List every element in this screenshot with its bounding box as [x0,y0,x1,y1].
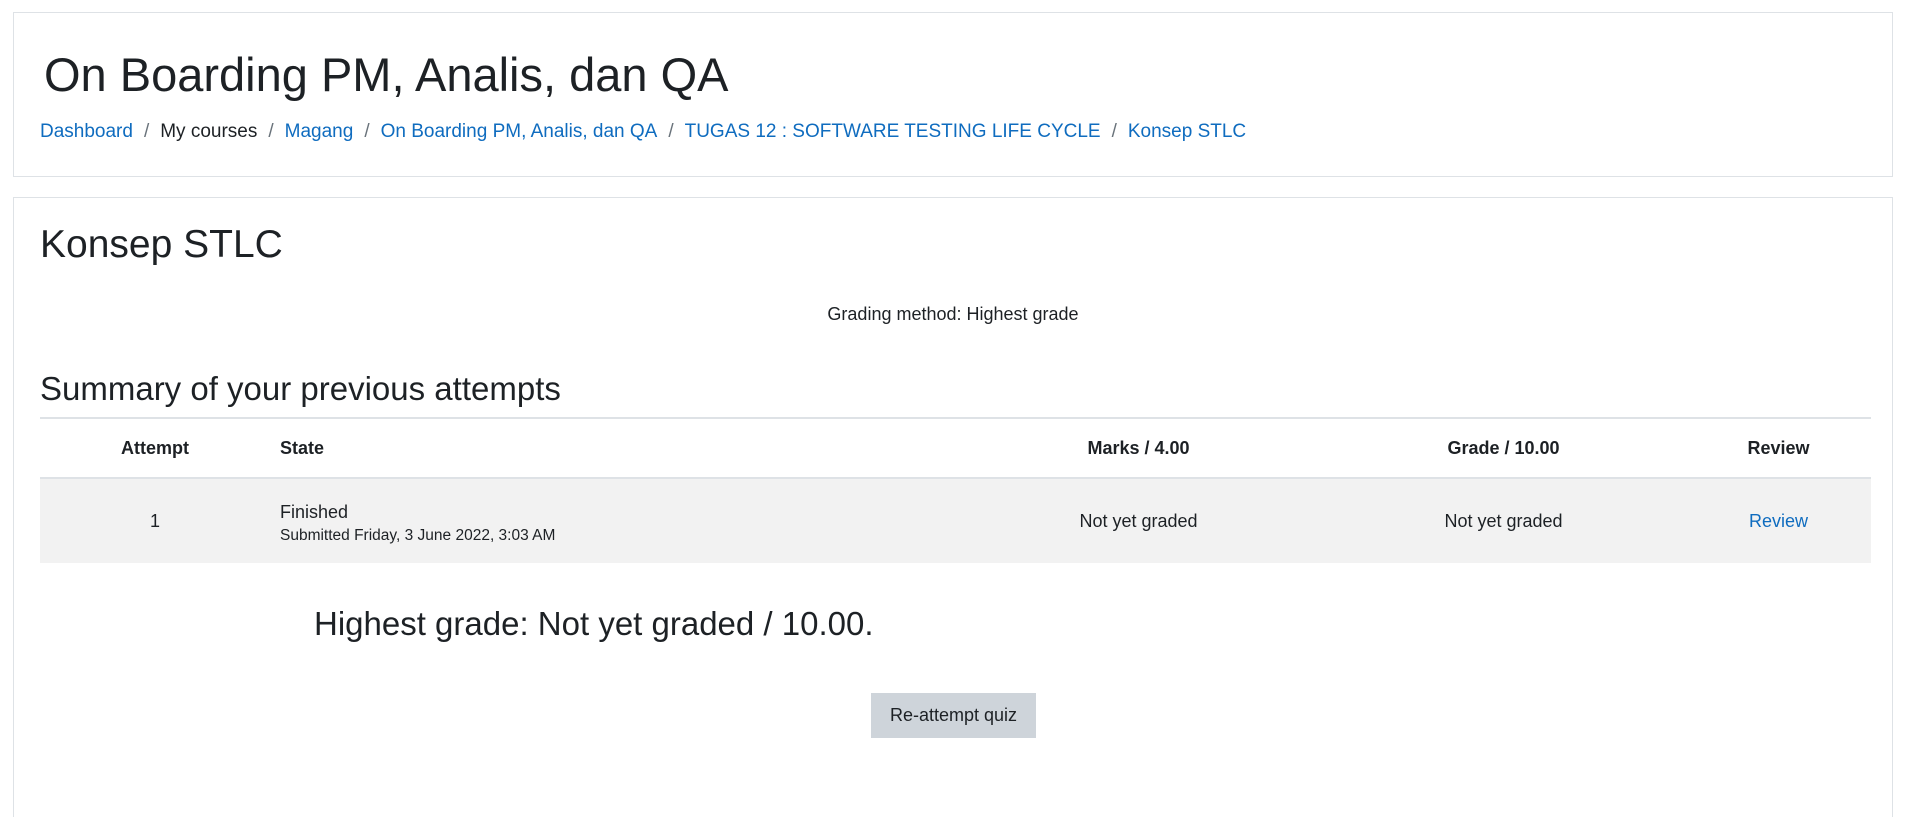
header-grade: Grade / 10.00 [1321,417,1686,479]
attempt-grade: Not yet graded [1321,478,1686,563]
summary-heading: Summary of your previous attempts [40,370,561,407]
attempt-marks: Not yet graded [956,478,1321,563]
attempt-state-cell: Finished Submitted Friday, 3 June 2022, … [270,478,956,563]
header-review: Review [1686,417,1871,479]
review-link[interactable]: Review [1749,511,1808,531]
header-marks: Marks / 4.00 [956,417,1321,479]
attempt-number: 1 [40,478,270,563]
attempts-table: Attempt State Marks / 4.00 Grade / 10.00… [40,417,1871,563]
table-row: 1 Finished Submitted Friday, 3 June 2022… [40,478,1871,563]
breadcrumb-dashboard[interactable]: Dashboard [40,121,133,143]
header-state: State [270,417,956,479]
highest-grade-text: Highest grade: Not yet graded / 10.00. [314,605,874,642]
breadcrumb-section[interactable]: TUGAS 12 : SOFTWARE TESTING LIFE CYCLE [685,121,1101,143]
breadcrumb-magang[interactable]: Magang [285,121,354,143]
breadcrumb-separator: / [143,121,150,142]
grading-method-text: Grading method: Highest grade [827,304,1079,324]
quiz-content: Konsep STLC Grading method: Highest grad… [13,197,1893,817]
reattempt-quiz-button[interactable]: Re-attempt quiz [871,693,1036,738]
header-attempt: Attempt [40,417,270,479]
breadcrumb-quiz[interactable]: Konsep STLC [1128,121,1246,143]
attempt-state: Finished [280,501,349,522]
attempt-submitted-time: Submitted Friday, 3 June 2022, 3:03 AM [280,526,556,544]
attempt-review-cell: Review [1686,478,1871,563]
breadcrumb-separator: / [668,121,674,142]
breadcrumb-separator: / [364,121,370,142]
breadcrumb-separator: / [268,121,274,142]
breadcrumb: Dashboard / My courses / Magang / On Boa… [40,121,1246,143]
page-title: On Boarding PM, Analis, dan QA [44,48,729,101]
breadcrumb-course[interactable]: On Boarding PM, Analis, dan QA [381,121,658,143]
quiz-title: Konsep STLC [40,223,283,266]
table-header-row: Attempt State Marks / 4.00 Grade / 10.00… [40,417,1871,479]
breadcrumb-my-courses: My courses [160,121,258,142]
page-header: On Boarding PM, Analis, dan QA Dashboard… [13,12,1893,177]
breadcrumb-separator: / [1111,121,1117,142]
